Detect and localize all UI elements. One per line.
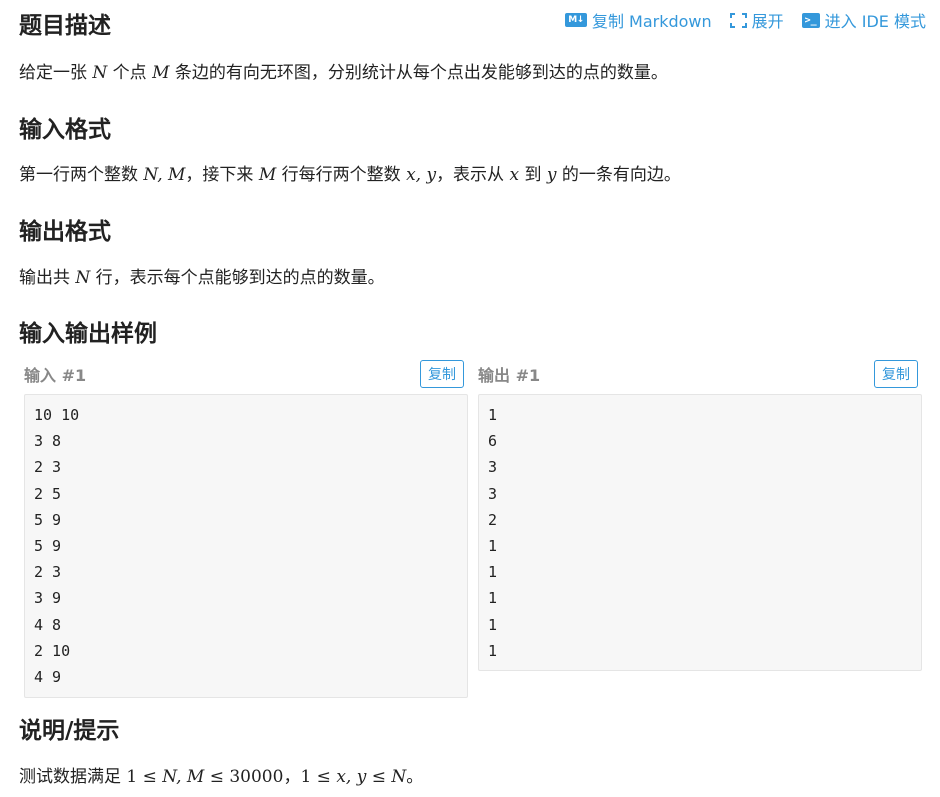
description-title: 题目描述 bbox=[19, 13, 111, 39]
sample-input-lines: 10 10 3 8 2 3 2 5 5 9 5 9 2 3 3 9 4 8 2 10 4 9 bbox=[34, 405, 467, 693]
hint-text: 测试数据满足 1 ≤ N, M ≤ 30000，1 ≤ x, y ≤ N。 bbox=[19, 767, 424, 787]
sample-input-line: 3 9 bbox=[34, 589, 62, 608]
sample-input-line: 2 10 bbox=[34, 641, 71, 660]
expand-icon bbox=[729, 12, 747, 28]
sample-input-line: 2 3 bbox=[34, 458, 62, 477]
sample-input-line: 10 10 bbox=[34, 406, 80, 424]
sample-output-line: 3 bbox=[488, 458, 498, 477]
output-format-text: 输出共 N 行，表示每个点能够到达的点的数量。 bbox=[19, 268, 385, 288]
samples-title: 输入输出样例 bbox=[19, 321, 157, 347]
sample-output-line: 1 bbox=[488, 615, 498, 634]
input-format-title: 输入格式 bbox=[19, 117, 111, 143]
expand-button[interactable]: 展开 bbox=[729, 8, 784, 32]
expand-label: 展开 bbox=[751, 12, 784, 31]
input-format-text: 第一行两个整数 N, M，接下来 M 行每行两个整数 x, y，表示从 x 到 … bbox=[19, 165, 681, 185]
sample-input-line: 2 3 bbox=[34, 563, 62, 582]
hint-title: 说明/提示 bbox=[19, 718, 120, 744]
sample-output-box[interactable]: 1 6 3 3 2 1 1 1 1 1 bbox=[478, 394, 922, 671]
sample-input-line: 2 5 bbox=[34, 484, 62, 503]
terminal-icon: >_ bbox=[801, 12, 820, 28]
sample-output-line: 1 bbox=[488, 406, 498, 424]
sample-input-line: 5 9 bbox=[34, 536, 62, 555]
sample-input-line: 4 8 bbox=[34, 615, 62, 634]
sample-output-line: 1 bbox=[488, 536, 498, 555]
sample-output-line: 1 bbox=[488, 589, 498, 608]
sample-output-line: 1 bbox=[488, 641, 498, 660]
sample-input-line: 4 9 bbox=[34, 667, 62, 686]
sample-input-label: 输入 #1 bbox=[24, 366, 87, 385]
sample-output-line: 3 bbox=[488, 484, 498, 503]
sample-input-line: 3 8 bbox=[34, 432, 62, 451]
description-text: 给定一张 N 个点 M 条边的有向无环图，分别统计从每个点出发能够到达的点的数量… bbox=[19, 63, 668, 83]
output-format-title: 输出格式 bbox=[19, 219, 111, 245]
ide-mode-label: 进入 IDE 模式 bbox=[824, 12, 926, 31]
copy-markdown-button[interactable]: M↓ 复制 Markdown bbox=[564, 8, 712, 32]
sample-output-line: 2 bbox=[488, 510, 498, 529]
ide-mode-button[interactable]: >_ 进入 IDE 模式 bbox=[801, 8, 926, 32]
copy-input-button[interactable]: 复制 bbox=[420, 360, 464, 388]
sample-input-line: 5 9 bbox=[34, 510, 62, 529]
copy-output-button[interactable]: 复制 bbox=[874, 360, 918, 388]
sample-input-box[interactable]: 10 10 3 8 2 3 2 5 5 9 5 9 2 3 3 9 4 8 2 10 4 9 bbox=[24, 394, 468, 698]
sample-output-line: 1 bbox=[488, 563, 498, 582]
sample-output-label: 输出 #1 bbox=[478, 366, 541, 385]
markdown-icon: M↓ bbox=[564, 13, 587, 27]
toolbar: M↓ 复制 Markdown 展开 >_ 进入 IDE 模式 bbox=[564, 8, 926, 32]
copy-markdown-label: 复制 Markdown bbox=[591, 12, 712, 31]
sample-output-lines: 1 6 3 3 2 1 1 1 1 1 bbox=[488, 405, 921, 667]
sample-output-line: 6 bbox=[488, 432, 498, 451]
